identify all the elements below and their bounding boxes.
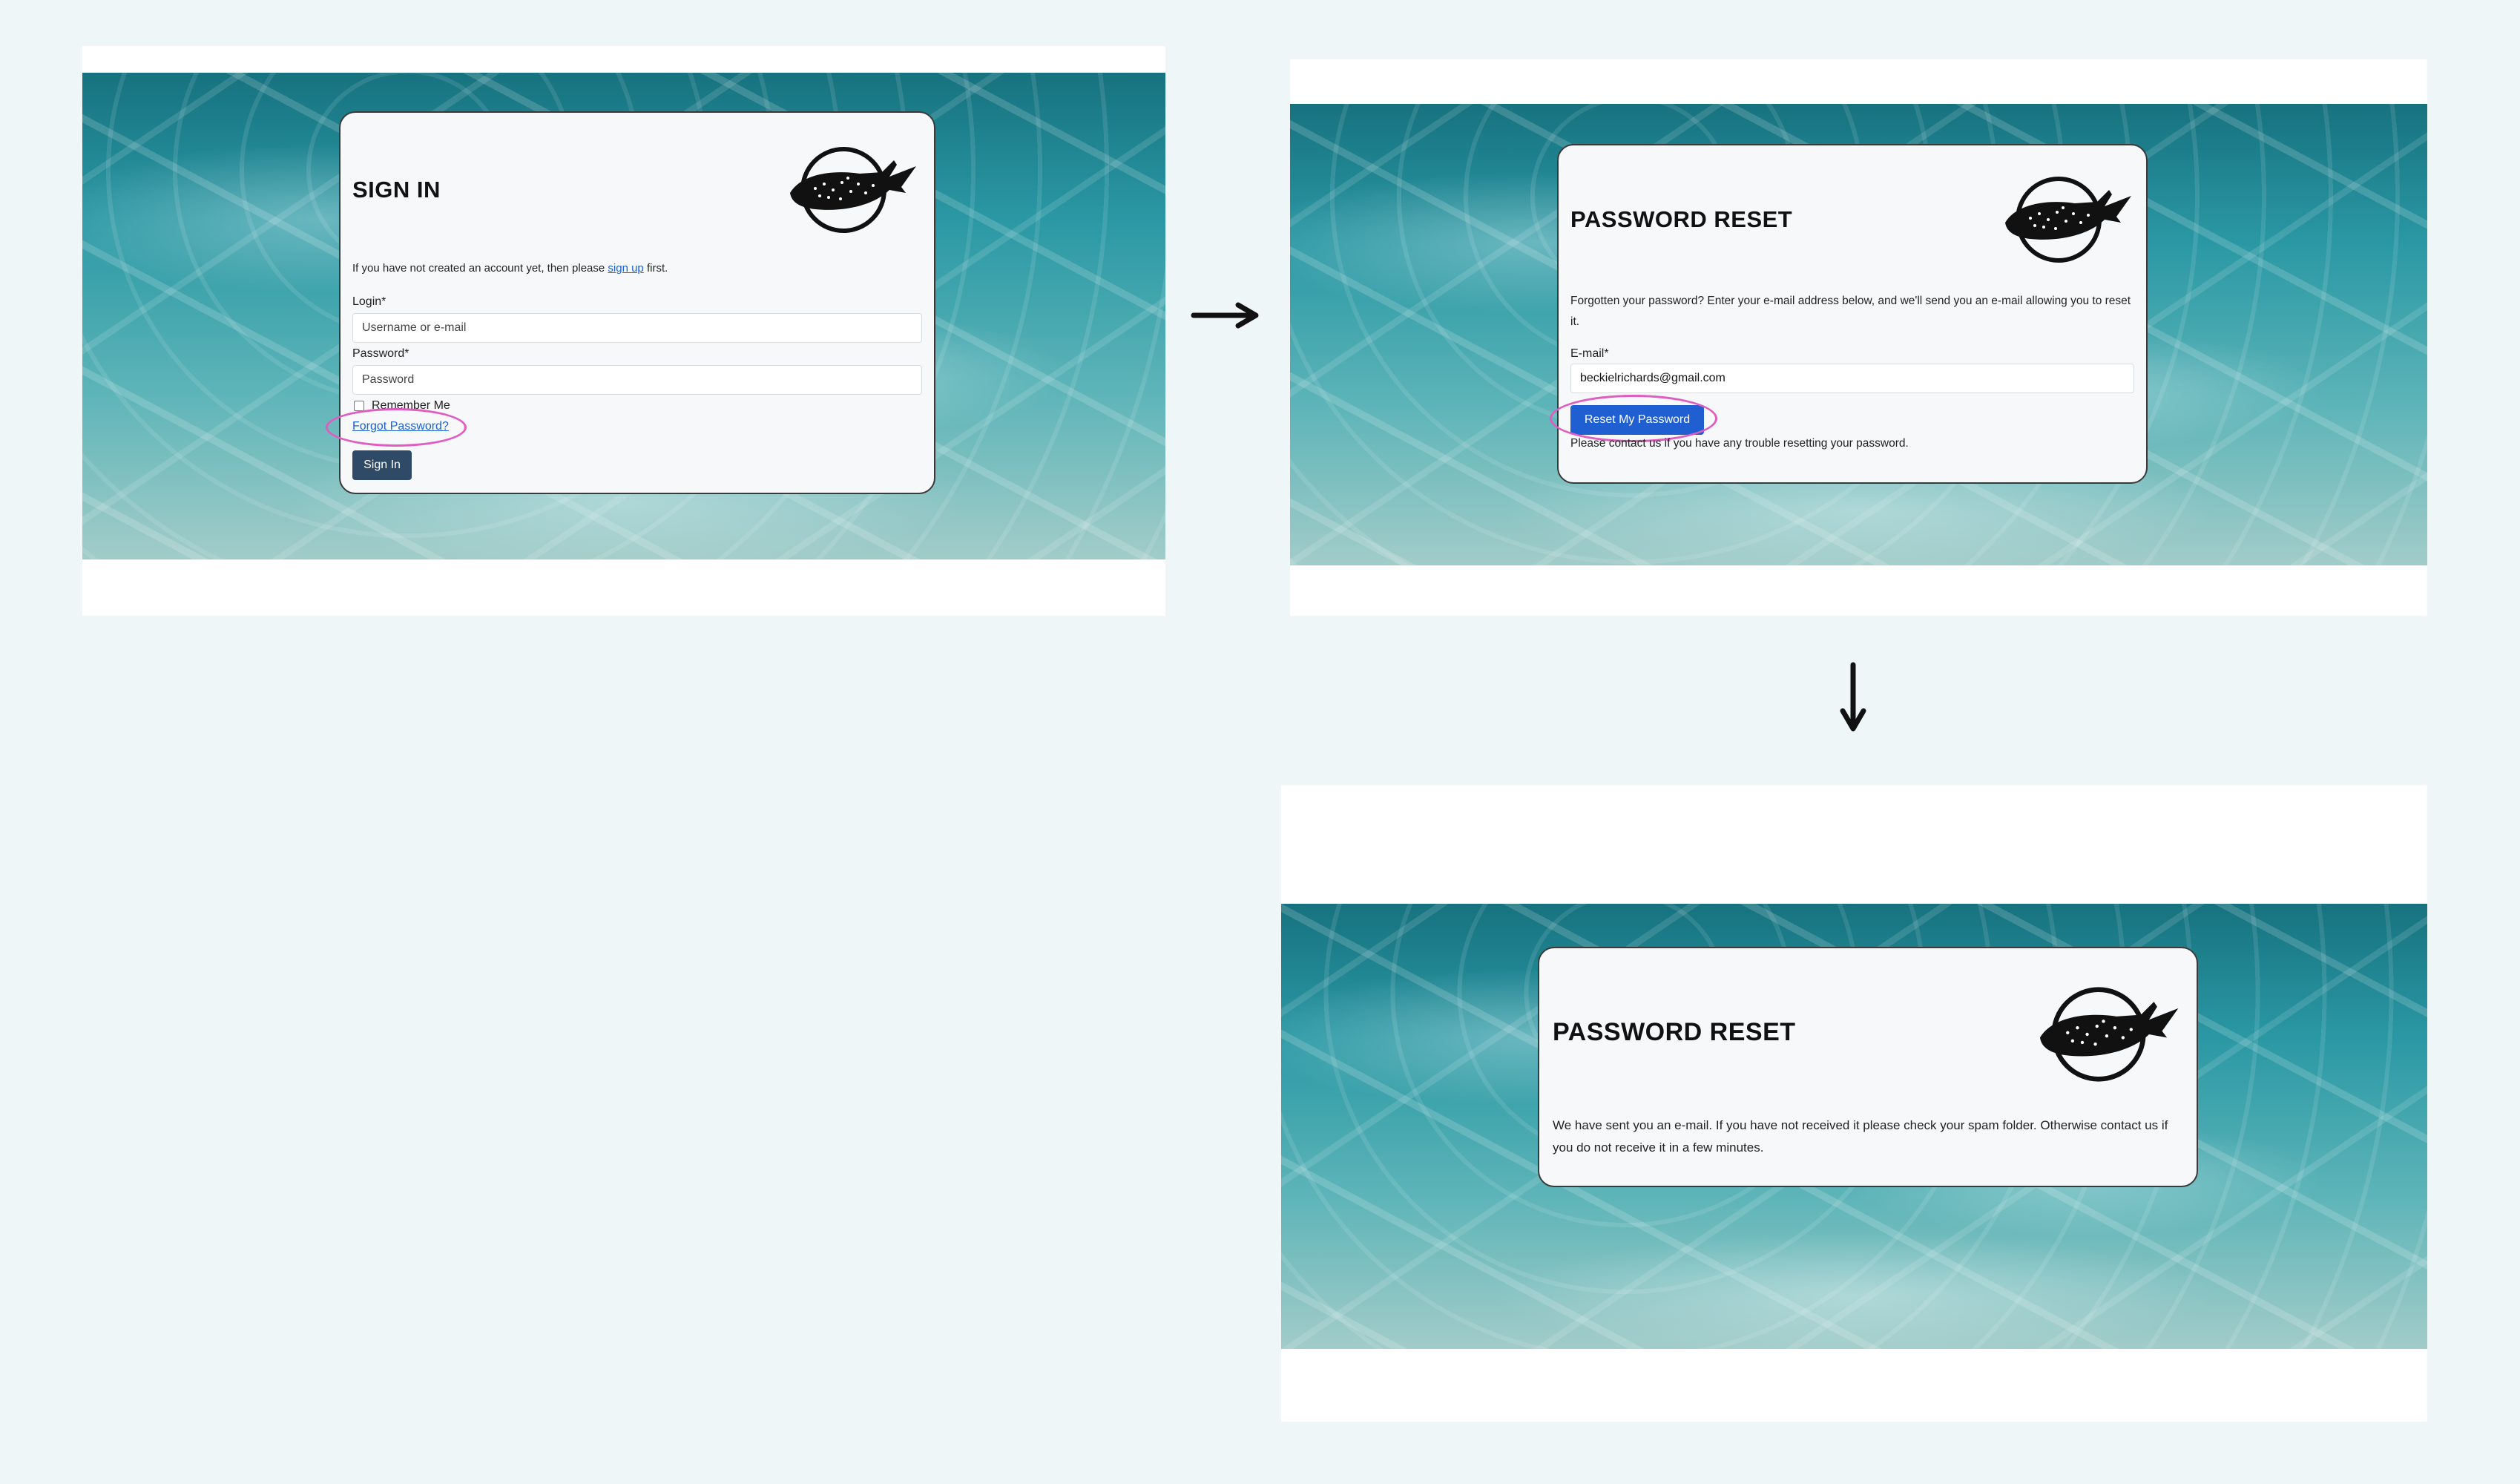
reset-help-text: Please contact us if you have any troubl…	[1570, 437, 1909, 450]
whale-shark-logo-icon	[2039, 987, 2179, 1082]
reset-card: PASSWORD RESET Forgotten your password? …	[1550, 144, 2148, 484]
forgot-password-highlight	[326, 408, 467, 447]
password-label: Password*	[352, 347, 409, 360]
password-placeholder: Password	[362, 373, 415, 386]
signin-card: SIGN IN If you have not created an accou…	[326, 111, 935, 494]
confirmation-card: PASSWORD RESET We have sent you an e-mai…	[1538, 947, 2198, 1187]
login-label: Login*	[352, 295, 386, 308]
login-placeholder: Username or e-mail	[362, 321, 467, 334]
signin-button[interactable]: Sign In	[352, 450, 412, 480]
signup-intro-prefix: If you have not created an account yet, …	[352, 262, 608, 275]
whale-shark-logo-icon	[790, 147, 916, 233]
down-arrow-icon	[1840, 662, 1866, 732]
right-arrow-icon	[1191, 302, 1259, 329]
signup-intro-suffix: first.	[643, 262, 668, 275]
reset-confirmation-screenshot: PASSWORD RESET We have sent you an e-mai…	[1281, 785, 2427, 1422]
login-field[interactable]: Username or e-mail	[352, 313, 922, 343]
reset-instructions: Forgotten your password? Enter your e-ma…	[1570, 295, 2131, 328]
confirmation-message: We have sent you an e-mail. If you have …	[1553, 1118, 2168, 1155]
page-title: PASSWORD RESET	[1553, 1018, 1796, 1046]
page-title: PASSWORD RESET	[1570, 206, 1793, 232]
email-value: beckielrichards@gmail.com	[1580, 372, 1725, 384]
signup-link[interactable]: sign up	[608, 262, 643, 275]
remember-me-checkbox[interactable]	[354, 401, 364, 411]
password-field[interactable]: Password	[352, 365, 922, 395]
page-title: SIGN IN	[352, 177, 441, 203]
email-label: E-mail*	[1570, 347, 1609, 360]
password-reset-screenshot: PASSWORD RESET Forgotten your password? …	[1290, 59, 2427, 616]
signin-screenshot: SIGN IN If you have not created an accou…	[82, 46, 1165, 616]
signup-intro: If you have not created an account yet, …	[352, 258, 668, 279]
email-field[interactable]: beckielrichards@gmail.com	[1570, 364, 2134, 393]
whale-shark-logo-icon	[2005, 177, 2131, 263]
